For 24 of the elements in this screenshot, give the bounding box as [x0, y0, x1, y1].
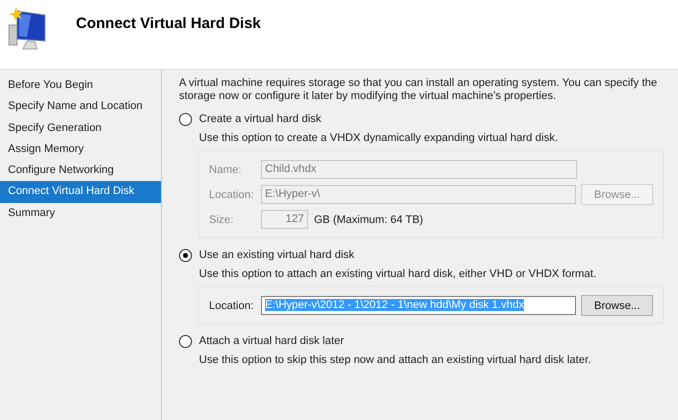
step-item[interactable]: Specify Generation [0, 118, 161, 139]
option-description: Use this option to attach an existing virtual hard disk, either VHD or VHDX format. [199, 267, 598, 282]
option-description: Use this option to skip this step now and attach an existing virtual hard disk later. [199, 353, 592, 368]
field-label: Location: [209, 188, 255, 200]
step-item[interactable]: Configure Networking [0, 160, 161, 182]
browse-button[interactable]: Browse... [581, 295, 653, 316]
step-item[interactable]: Before You Begin [0, 75, 161, 96]
field-label: Location: [209, 300, 255, 312]
option-label[interactable]: Use an existing virtual hard disk [199, 249, 354, 261]
step-item[interactable]: Specify Name and Location [0, 96, 161, 118]
size-unit: GB (Maximum: 64 TB) [314, 214, 424, 226]
step-item[interactable]: Summary [0, 202, 161, 224]
field-label: Name: [209, 164, 242, 176]
radio-button[interactable] [179, 112, 192, 126]
option-label[interactable]: Create a virtual hard disk [199, 113, 322, 125]
radio-button[interactable] [179, 248, 192, 262]
option-label[interactable]: Attach a virtual hard disk later [199, 335, 344, 347]
radio-button[interactable] [179, 334, 192, 348]
intro-text: A virtual machine requires storage so that you can install an operating system. You can specify the storage now or configure it later by modifying the virtual machine’s properties. [179, 77, 658, 103]
step-item[interactable]: Connect Virtual Hard Disk [0, 181, 161, 203]
wizard-title: Connect Virtual Hard Disk [76, 15, 261, 32]
step-item[interactable]: Assign Memory [0, 138, 161, 160]
field-label: Size: [209, 214, 234, 226]
option-description: Use this option to create a VHDX dynamically expanding virtual hard disk. [199, 131, 559, 146]
